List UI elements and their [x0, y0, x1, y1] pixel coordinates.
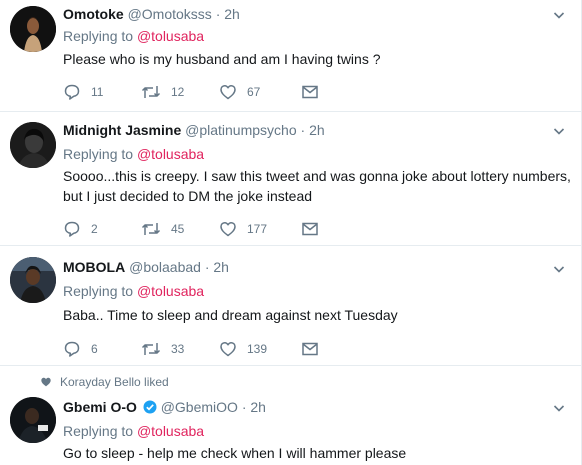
- display-name[interactable]: Omotoke: [63, 6, 124, 22]
- direct-message-button[interactable]: [301, 220, 379, 238]
- heart-icon: [41, 377, 51, 387]
- retweet-icon: [141, 343, 161, 355]
- retweet-button[interactable]: 12: [141, 83, 219, 101]
- retweet-button[interactable]: 45: [141, 220, 219, 238]
- timeline-feed: Omotoke @Omotoksss · 2h Replying to @tol…: [0, 0, 582, 465]
- direct-message-button[interactable]: [301, 340, 379, 358]
- liked-by-text[interactable]: Korayday Bello liked: [60, 375, 169, 389]
- mention-link[interactable]: @tolusaba: [137, 146, 204, 162]
- replying-prefix: Replying to: [63, 423, 134, 439]
- reply-button[interactable]: 2: [63, 220, 141, 238]
- tweet-actions: 6 33 139: [63, 339, 379, 359]
- user-handle[interactable]: @platinumpsycho: [185, 122, 297, 138]
- chevron-down-icon[interactable]: [553, 263, 565, 275]
- retweet-button[interactable]: 33: [141, 340, 219, 358]
- chevron-down-icon[interactable]: [553, 402, 565, 414]
- replying-prefix: Replying to: [63, 283, 134, 299]
- replying-to: Replying to @tolusaba: [63, 27, 204, 45]
- timestamp[interactable]: 2h: [224, 6, 240, 22]
- retweet-count: 45: [171, 222, 185, 236]
- reply-icon: [64, 221, 80, 237]
- retweet-count: 33: [171, 342, 185, 356]
- like-button[interactable]: 67: [219, 83, 301, 101]
- tweet[interactable]: MOBOLA @bolaabad · 2h Replying to @tolus…: [0, 246, 581, 366]
- social-context: Korayday Bello liked: [40, 375, 169, 389]
- replying-to: Replying to @tolusaba: [63, 422, 204, 440]
- tweet-text: Go to sleep - help me check when I will …: [63, 445, 407, 461]
- tweet[interactable]: Omotoke @Omotoksss · 2h Replying to @tol…: [0, 0, 581, 112]
- mention-link[interactable]: @tolusaba: [137, 423, 204, 439]
- user-handle[interactable]: @Omotoksss: [128, 6, 212, 22]
- verified-badge-icon: [143, 400, 157, 414]
- tweet-header: Omotoke @Omotoksss · 2h: [63, 5, 240, 23]
- mention-link[interactable]: @tolusaba: [137, 283, 204, 299]
- avatar[interactable]: [10, 6, 56, 52]
- reply-button[interactable]: 11: [63, 83, 141, 101]
- display-name[interactable]: Midnight Jasmine: [63, 122, 181, 138]
- tweet[interactable]: Korayday Bello liked Gbemi O-O @GbemiOO …: [0, 366, 581, 465]
- display-name[interactable]: MOBOLA: [63, 259, 125, 275]
- reply-count: 6: [91, 342, 98, 356]
- like-count: 67: [247, 85, 261, 99]
- reply-icon: [64, 84, 80, 100]
- retweet-count: 12: [171, 85, 185, 99]
- tweet[interactable]: Midnight Jasmine @platinumpsycho · 2h Re…: [0, 112, 581, 246]
- replying-to: Replying to @tolusaba: [63, 282, 204, 300]
- display-name[interactable]: Gbemi O-O: [63, 399, 137, 415]
- separator-dot: ·: [204, 259, 210, 275]
- tweet-header: Gbemi O-O @GbemiOO · 2h: [63, 398, 266, 416]
- like-count: 139: [247, 342, 268, 356]
- chevron-down-icon[interactable]: [553, 9, 565, 21]
- retweet-icon: [141, 86, 161, 98]
- envelope-icon: [302, 85, 318, 99]
- heart-icon: [220, 84, 236, 100]
- user-handle[interactable]: @GbemiOO: [161, 399, 238, 415]
- replying-prefix: Replying to: [63, 146, 134, 162]
- separator-dot: ·: [300, 122, 306, 138]
- like-button[interactable]: 139: [219, 340, 301, 358]
- reply-count: 2: [91, 222, 98, 236]
- timestamp[interactable]: 2h: [250, 399, 266, 415]
- tweet-text: Baba.. Time to sleep and dream against n…: [63, 307, 398, 323]
- mention-link[interactable]: @tolusaba: [137, 28, 204, 44]
- avatar[interactable]: [10, 257, 56, 303]
- separator-dot: ·: [215, 6, 221, 22]
- tweet-text: Please who is my husband and am I having…: [63, 51, 381, 67]
- heart-icon: [220, 221, 236, 237]
- tweet-header: MOBOLA @bolaabad · 2h: [63, 258, 229, 276]
- timestamp[interactable]: 2h: [309, 122, 325, 138]
- chevron-down-icon[interactable]: [553, 125, 565, 137]
- tweet-text: Soooo...this is creepy. I saw this tweet…: [63, 168, 571, 204]
- direct-message-button[interactable]: [301, 83, 379, 101]
- envelope-icon: [302, 342, 318, 356]
- avatar[interactable]: [10, 122, 56, 168]
- avatar[interactable]: [10, 397, 56, 443]
- user-handle[interactable]: @bolaabad: [129, 259, 201, 275]
- reply-count: 11: [91, 85, 104, 99]
- tweet-actions: 2 45 177: [63, 219, 379, 239]
- replying-prefix: Replying to: [63, 28, 134, 44]
- like-count: 177: [247, 222, 268, 236]
- separator-dot: ·: [241, 399, 247, 415]
- tweet-header: Midnight Jasmine @platinumpsycho · 2h: [63, 121, 325, 139]
- reply-button[interactable]: 6: [63, 340, 141, 358]
- replying-to: Replying to @tolusaba: [63, 145, 204, 163]
- like-button[interactable]: 177: [219, 220, 301, 238]
- tweet-actions: 11 12 67: [63, 82, 379, 102]
- reply-icon: [64, 341, 80, 357]
- heart-icon: [220, 341, 236, 357]
- envelope-icon: [302, 222, 318, 236]
- retweet-icon: [141, 223, 161, 235]
- timestamp[interactable]: 2h: [213, 259, 229, 275]
